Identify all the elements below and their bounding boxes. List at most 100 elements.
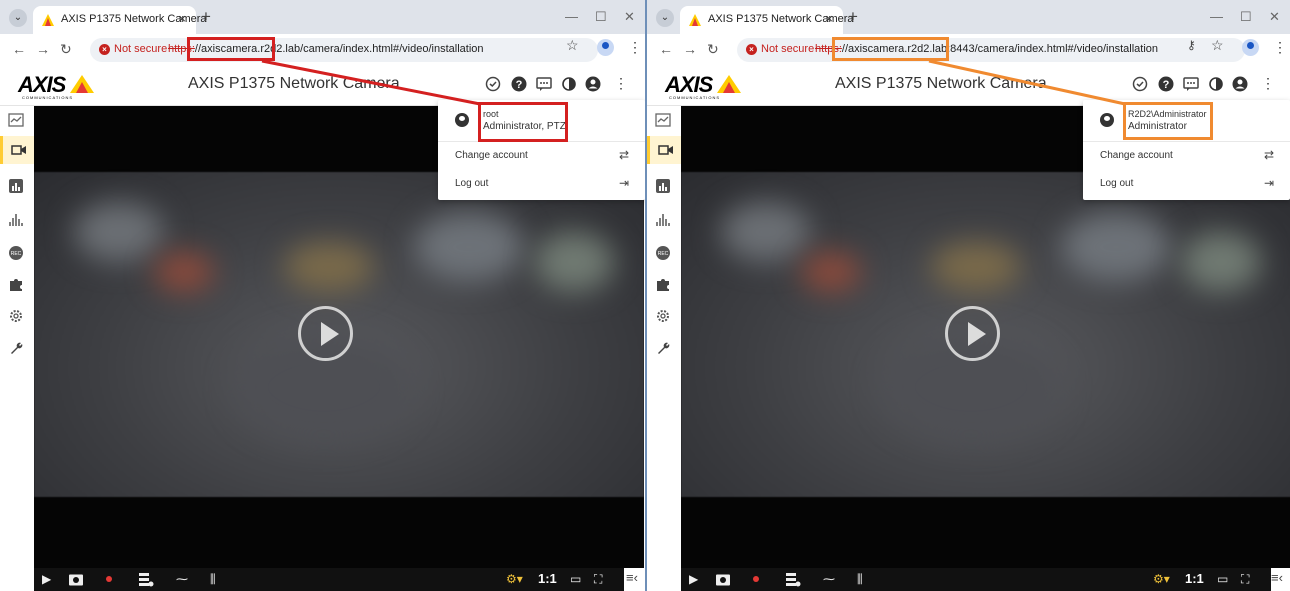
- feedback-icon[interactable]: [1182, 75, 1200, 93]
- adjust-icon[interactable]: ⫼: [210, 572, 216, 587]
- tab-search-icon[interactable]: ⌄: [656, 9, 674, 27]
- forward-icon[interactable]: →: [36, 41, 50, 57]
- close-tab-icon[interactable]: ×: [178, 11, 186, 26]
- minimize-icon[interactable]: —: [565, 9, 578, 24]
- pulse-icon[interactable]: ⁓: [823, 572, 835, 587]
- address-bar[interactable]: × Not secure https://axiscamera.r2d2.lab…: [90, 38, 598, 62]
- play-icon[interactable]: ▶: [689, 572, 698, 587]
- app-menu-icon[interactable]: ⋮: [1261, 75, 1275, 92]
- light-settings-icon[interactable]: ⚙▾: [506, 572, 523, 587]
- window-mode-icon[interactable]: ▭: [1217, 572, 1228, 587]
- sidebar-item-system[interactable]: [647, 302, 681, 330]
- contrast-icon[interactable]: [1207, 75, 1225, 93]
- new-tab-icon[interactable]: +: [201, 7, 211, 27]
- storage-icon[interactable]: [785, 572, 801, 587]
- record-icon[interactable]: [106, 576, 112, 582]
- logout-item[interactable]: Log out ⇥: [1083, 170, 1290, 198]
- logo-triangle-icon: [717, 75, 741, 93]
- security-label[interactable]: Not secure: [114, 43, 167, 55]
- snapshot-icon[interactable]: [68, 572, 84, 587]
- svg-text:?: ?: [1163, 79, 1170, 91]
- svg-text:?: ?: [516, 79, 523, 91]
- close-tab-icon[interactable]: ×: [825, 11, 833, 26]
- play-button[interactable]: [298, 306, 353, 361]
- play-icon[interactable]: ▶: [42, 572, 51, 587]
- maximize-icon[interactable]: ☐: [595, 9, 607, 25]
- help-icon[interactable]: ?: [1157, 75, 1175, 93]
- reload-icon[interactable]: ↻: [707, 41, 719, 58]
- browser-menu-icon[interactable]: ⋮: [628, 39, 642, 56]
- password-key-icon[interactable]: ⚷: [1187, 38, 1196, 52]
- tab-strip: ⌄ AXIS P1375 Network Camera × + — ☐ ✕: [647, 0, 1290, 34]
- sidebar-item-overview[interactable]: [647, 106, 681, 134]
- video-toolbar-bar: ▶ ⁓ ⫼ ⚙▾ 1:1 ▭ ⛶: [34, 568, 624, 591]
- overview-icon: [655, 113, 671, 127]
- profile-icon[interactable]: [597, 39, 614, 56]
- browser-menu-icon[interactable]: ⋮: [1273, 39, 1287, 56]
- axis-logo[interactable]: AXIS COMMUNICATIONS: [18, 72, 100, 100]
- gear-icon: [10, 310, 22, 322]
- sidebar-item-audio[interactable]: [0, 206, 34, 234]
- axis-logo[interactable]: AXIS COMMUNICATIONS: [665, 72, 747, 100]
- snapshot-icon[interactable]: [715, 572, 731, 587]
- sidebar-item-maintenance[interactable]: [647, 334, 681, 362]
- contrast-icon[interactable]: [560, 75, 578, 93]
- address-bar[interactable]: × Not secure https://axiscamera.r2d2.lab…: [737, 38, 1245, 62]
- reload-icon[interactable]: ↻: [60, 41, 72, 58]
- not-secure-icon: ×: [99, 44, 110, 55]
- change-account-item[interactable]: Change account ⇄: [438, 142, 645, 170]
- feedback-icon[interactable]: [535, 75, 553, 93]
- sidebar-item-video[interactable]: [647, 136, 681, 164]
- profile-icon[interactable]: [1242, 39, 1259, 56]
- adjust-icon[interactable]: ⫼: [857, 572, 863, 587]
- new-tab-icon[interactable]: +: [848, 7, 858, 27]
- account-icon[interactable]: [1231, 75, 1249, 93]
- light-settings-icon[interactable]: ⚙▾: [1153, 572, 1170, 587]
- sidebar: REC: [647, 106, 681, 591]
- fullscreen-icon[interactable]: ⛶: [1241, 572, 1249, 587]
- tab-search-icon[interactable]: ⌄: [9, 9, 27, 27]
- account-icon[interactable]: [584, 75, 602, 93]
- sidebar-item-analytics[interactable]: [0, 172, 34, 200]
- window-mode-icon[interactable]: ▭: [570, 572, 581, 587]
- side-panel-toggle-icon[interactable]: ≡‹: [626, 570, 638, 585]
- change-account-item[interactable]: Change account ⇄: [1083, 142, 1290, 170]
- close-window-icon[interactable]: ✕: [624, 9, 635, 25]
- aspect-ratio-button[interactable]: 1:1: [538, 571, 557, 586]
- fullscreen-icon[interactable]: ⛶: [594, 572, 602, 587]
- back-icon[interactable]: ←: [659, 41, 673, 57]
- browser-tab[interactable]: AXIS P1375 Network Camera ×: [680, 6, 854, 34]
- browser-tab[interactable]: AXIS P1375 Network Camera ×: [33, 6, 207, 34]
- security-label[interactable]: Not secure: [761, 43, 814, 55]
- settings-check-icon[interactable]: [1131, 75, 1149, 93]
- settings-check-icon[interactable]: [484, 75, 502, 93]
- bookmark-star-icon[interactable]: ☆: [566, 37, 579, 54]
- side-panel-toggle-icon[interactable]: ≡‹: [1271, 570, 1283, 585]
- aspect-ratio-button[interactable]: 1:1: [1185, 571, 1204, 586]
- sidebar-item-video[interactable]: [0, 136, 34, 164]
- sidebar-item-audio[interactable]: [647, 206, 681, 234]
- sidebar-item-system[interactable]: [0, 302, 34, 330]
- sidebar-item-analytics[interactable]: [647, 172, 681, 200]
- not-secure-icon: ×: [746, 44, 757, 55]
- sidebar-item-maintenance[interactable]: [0, 334, 34, 362]
- sidebar-item-apps[interactable]: [647, 270, 681, 298]
- minimize-icon[interactable]: —: [1210, 9, 1223, 24]
- back-icon[interactable]: ←: [12, 41, 26, 57]
- sidebar-item-recordings[interactable]: REC: [647, 239, 681, 267]
- record-icon[interactable]: [753, 576, 759, 582]
- storage-icon[interactable]: [138, 572, 154, 587]
- bookmark-star-icon[interactable]: ☆: [1211, 37, 1224, 54]
- sidebar-item-recordings[interactable]: REC: [0, 239, 34, 267]
- close-window-icon[interactable]: ✕: [1269, 9, 1280, 25]
- maximize-icon[interactable]: ☐: [1240, 9, 1252, 25]
- sidebar-item-apps[interactable]: [0, 270, 34, 298]
- app-menu-icon[interactable]: ⋮: [614, 75, 628, 92]
- help-icon[interactable]: ?: [510, 75, 528, 93]
- play-button[interactable]: [945, 306, 1000, 361]
- forward-icon[interactable]: →: [683, 41, 697, 57]
- pulse-icon[interactable]: ⁓: [176, 572, 188, 587]
- logout-item[interactable]: Log out ⇥: [438, 170, 645, 198]
- overview-icon: [8, 113, 24, 127]
- sidebar-item-overview[interactable]: [0, 106, 34, 134]
